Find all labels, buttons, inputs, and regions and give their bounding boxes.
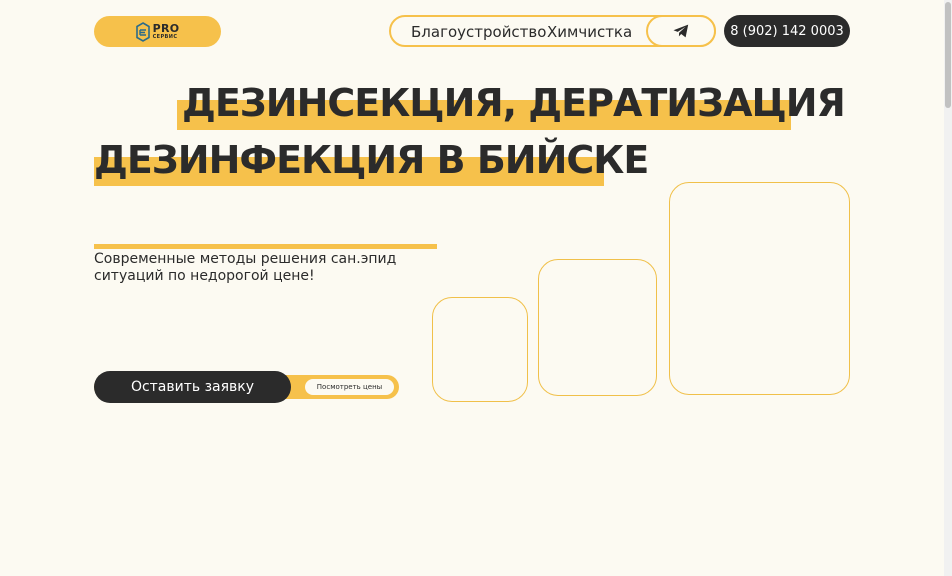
telegram-button[interactable] xyxy=(646,15,716,47)
scrollbar-thumb[interactable] xyxy=(945,2,951,108)
main-nav: Благоустройство Химчистка xyxy=(389,15,716,47)
hero-title-line-1: ДЕЗИНСЕКЦИЯ, ДЕРАТИЗАЦИЯ xyxy=(182,81,846,125)
logo-hexagon-icon xyxy=(135,21,150,42)
logo[interactable]: PRO СЕРВИС xyxy=(94,16,221,47)
nav-link-dry-cleaning[interactable]: Химчистка xyxy=(547,23,632,41)
image-frame-medium xyxy=(538,259,657,396)
logo-secondary: СЕРВИС xyxy=(152,34,178,40)
page-scrollbar[interactable] xyxy=(944,0,952,576)
logo-text: PRO СЕРВИС xyxy=(153,23,180,40)
subtitle-accent-bar xyxy=(94,244,437,249)
submit-request-button[interactable]: Оставить заявку xyxy=(94,371,291,403)
logo-primary: PRO xyxy=(152,22,180,35)
phone-button[interactable]: 8 (902) 142 0003 xyxy=(724,15,850,47)
hero-title-line-2: ДЕЗИНФЕКЦИЯ В БИЙСКЕ xyxy=(94,138,649,182)
image-frame-large xyxy=(669,182,850,395)
hero-subtitle: Современные методы решения сан.эпид ситу… xyxy=(94,251,397,284)
view-prices-button[interactable]: Посмотреть цены xyxy=(305,379,394,395)
nav-link-landscaping[interactable]: Благоустройство xyxy=(411,23,546,41)
telegram-plane-icon xyxy=(673,24,689,38)
image-frame-small xyxy=(432,297,528,402)
